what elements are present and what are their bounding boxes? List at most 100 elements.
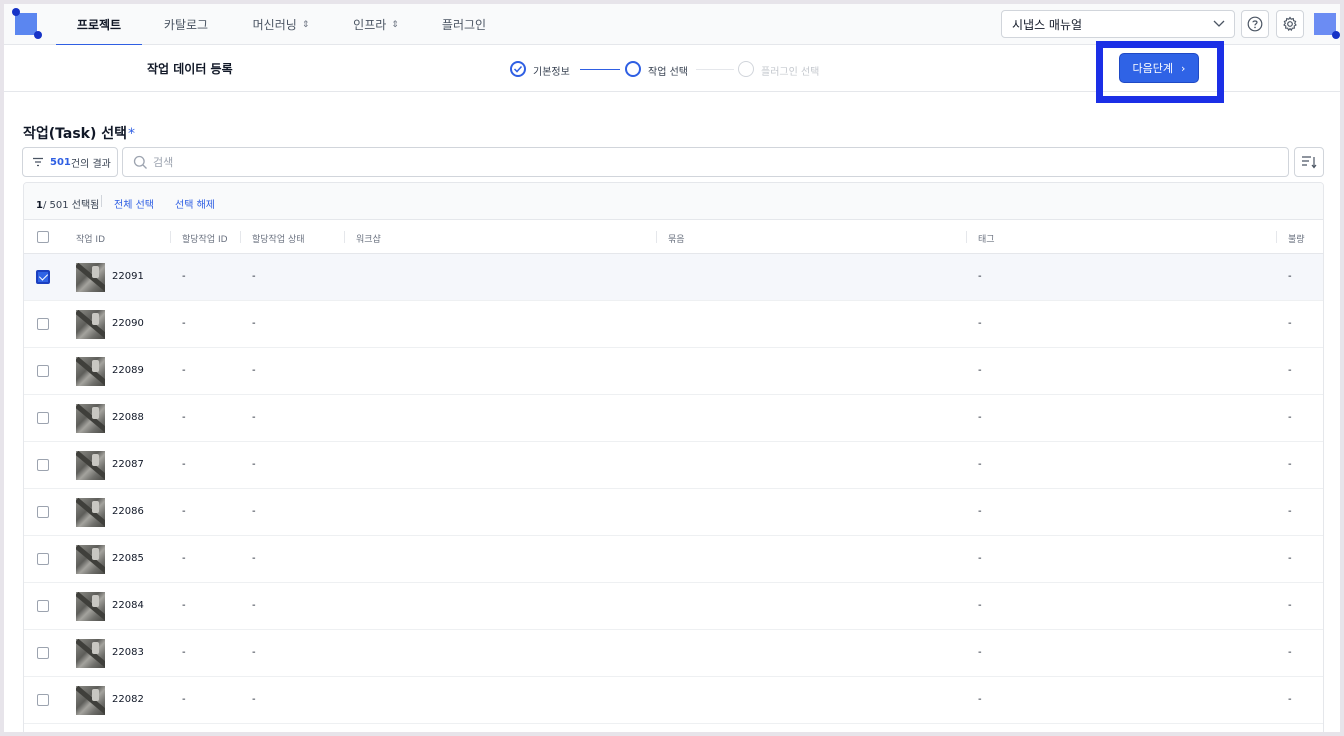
row-checkbox[interactable] xyxy=(36,270,50,284)
column-header-task-id[interactable]: 작업 ID xyxy=(76,232,105,245)
cell-assign-id: - xyxy=(182,412,186,423)
row-checkbox[interactable] xyxy=(37,365,49,377)
search-box[interactable] xyxy=(122,147,1289,177)
column-header-assign-id[interactable]: 할당작업 ID xyxy=(182,232,228,245)
column-divider[interactable] xyxy=(966,231,967,243)
table-row[interactable]: 22089 - - - - xyxy=(24,348,1323,395)
cell-defect: - xyxy=(1288,459,1292,470)
column-header-workshop[interactable]: 워크샵 xyxy=(356,232,381,245)
cell-assign-status: - xyxy=(252,506,256,517)
column-divider[interactable] xyxy=(656,231,657,243)
step-current-icon xyxy=(625,61,641,77)
step-check-icon xyxy=(510,61,526,77)
table-header: 작업 ID 할당작업 ID 할당작업 상태 워크샵 묶음 태그 불량 xyxy=(24,220,1323,254)
gear-icon xyxy=(1283,16,1297,32)
row-checkbox[interactable] xyxy=(37,553,49,565)
cell-assign-id: - xyxy=(182,365,186,376)
row-checkbox[interactable] xyxy=(37,318,49,330)
cell-defect: - xyxy=(1288,365,1292,376)
cell-task-id: 22085 xyxy=(112,553,144,564)
cell-assign-id: - xyxy=(182,459,186,470)
table-row[interactable]: 22084 - - - - xyxy=(24,583,1323,630)
table-row[interactable]: 22083 - - - - xyxy=(24,630,1323,677)
table-row[interactable]: 22088 - - - - xyxy=(24,395,1323,442)
cell-defect: - xyxy=(1288,600,1292,611)
column-divider[interactable] xyxy=(240,231,241,243)
column-divider[interactable] xyxy=(170,231,171,243)
cell-assign-id: - xyxy=(182,694,186,705)
column-header-assign-status[interactable]: 할당작업 상태 xyxy=(252,232,305,245)
cell-task-id: 22084 xyxy=(112,600,144,611)
deselect-link[interactable]: 선택 해제 xyxy=(175,196,215,211)
manual-select[interactable]: 시냅스 매뉴얼 xyxy=(1001,10,1235,38)
app-logo[interactable] xyxy=(10,8,42,40)
nav-tab-label: 머신러닝 xyxy=(252,18,297,32)
nav-tab-plugin[interactable]: 플러그인 xyxy=(420,4,508,45)
column-header-bundle[interactable]: 묶음 xyxy=(668,232,685,245)
filter-button[interactable]: 501 건의 결과 xyxy=(22,147,118,177)
cell-tag: - xyxy=(978,271,982,282)
row-checkbox[interactable] xyxy=(37,459,49,471)
sort-button[interactable] xyxy=(1294,147,1324,177)
cell-defect: - xyxy=(1288,506,1292,517)
result-count: 501 xyxy=(50,156,71,168)
next-step-button[interactable]: 다음단계 › xyxy=(1119,53,1199,83)
settings-button[interactable] xyxy=(1276,10,1304,38)
task-thumbnail xyxy=(76,639,105,668)
step-label-basic-info: 기본정보 xyxy=(533,67,570,78)
cell-assign-status: - xyxy=(252,694,256,705)
select-all-link[interactable]: 전체 선택 xyxy=(114,196,154,211)
cell-tag: - xyxy=(978,365,982,376)
column-header-defect[interactable]: 불량 xyxy=(1288,232,1305,245)
row-checkbox[interactable] xyxy=(37,600,49,612)
cell-assign-status: - xyxy=(252,271,256,282)
task-thumbnail xyxy=(76,310,105,339)
cell-assign-id: - xyxy=(182,553,186,564)
cell-defect: - xyxy=(1288,553,1292,564)
row-checkbox[interactable] xyxy=(37,506,49,518)
select-all-checkbox[interactable] xyxy=(37,231,49,243)
row-checkbox[interactable] xyxy=(37,412,49,424)
user-avatar[interactable] xyxy=(1310,8,1340,40)
divider xyxy=(101,195,102,207)
step-connector xyxy=(696,69,734,70)
sort-list-icon xyxy=(1302,156,1317,169)
selected-count: 1 xyxy=(36,200,43,211)
cell-defect: - xyxy=(1288,271,1292,282)
column-header-tag[interactable]: 태그 xyxy=(978,232,995,245)
cell-task-id: 22089 xyxy=(112,365,144,376)
table-row[interactable]: 22085 - - - - xyxy=(24,536,1323,583)
sort-updown-icon: ⇕ xyxy=(391,19,399,30)
step-label-plugin-select: 플러그인 선택 xyxy=(761,67,820,78)
cell-task-id: 22082 xyxy=(112,694,144,705)
search-input[interactable] xyxy=(153,153,1253,171)
nav-tab-catalog[interactable]: 카탈로그 xyxy=(142,4,230,45)
cell-tag: - xyxy=(978,694,982,705)
manual-select-value: 시냅스 매뉴얼 xyxy=(1012,17,1083,32)
next-step-label: 다음단계 xyxy=(1132,62,1174,75)
help-button[interactable] xyxy=(1241,10,1269,38)
selected-total: / 501 선택됨 xyxy=(42,200,100,211)
row-checkbox[interactable] xyxy=(37,647,49,659)
nav-tab-project[interactable]: 프로젝트 xyxy=(56,4,142,46)
task-thumbnail xyxy=(76,451,105,480)
table-row[interactable]: 22087 - - - - xyxy=(24,442,1323,489)
cell-tag: - xyxy=(978,553,982,564)
nav-tab-label: 플러그인 xyxy=(441,18,487,32)
cell-assign-status: - xyxy=(252,647,256,658)
sort-updown-icon: ⇕ xyxy=(301,19,310,30)
cell-tag: - xyxy=(978,459,982,470)
column-divider[interactable] xyxy=(1276,231,1277,243)
cell-task-id: 22091 xyxy=(112,271,144,282)
row-checkbox[interactable] xyxy=(37,694,49,706)
table-row[interactable]: 22090 - - - - xyxy=(24,301,1323,348)
cell-assign-status: - xyxy=(252,412,256,423)
table-row[interactable]: 22086 - - - - xyxy=(24,489,1323,536)
cell-tag: - xyxy=(978,412,982,423)
table-row[interactable]: 22082 - - - - xyxy=(24,677,1323,724)
cell-assign-id: - xyxy=(182,647,186,658)
table-row[interactable]: 22091 - - - - xyxy=(24,254,1323,301)
column-divider[interactable] xyxy=(344,231,345,243)
nav-tab-machine-learning[interactable]: 머신러닝 ⇕ xyxy=(230,4,332,45)
nav-tab-infra[interactable]: 인프라 ⇕ xyxy=(332,4,420,45)
